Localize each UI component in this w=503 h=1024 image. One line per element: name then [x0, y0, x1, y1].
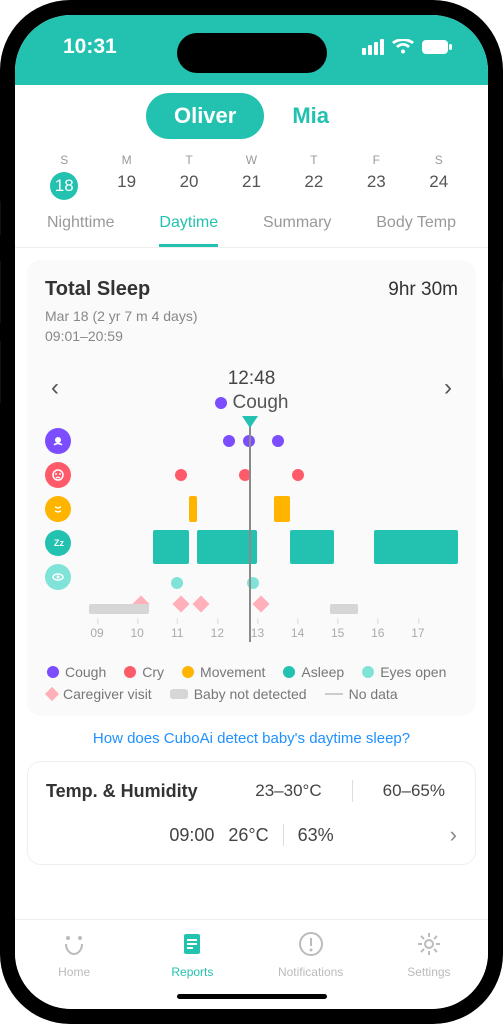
calendar-day[interactable]: T20 — [165, 153, 213, 200]
x-tick: 13 — [251, 626, 264, 640]
chart-point[interactable] — [175, 469, 187, 481]
tab-summary[interactable]: Summary — [263, 214, 331, 247]
chart-cursor-time: 12:48 — [45, 368, 458, 390]
sleep-bar[interactable] — [197, 530, 257, 564]
home-icon — [60, 930, 88, 958]
phone-frame: 10:31 Oliver Mia S18 M19 T20 W21 T22 F23… — [0, 0, 503, 1024]
temp-humidity-title: Temp. & Humidity — [46, 781, 225, 802]
sample-humidity: 63% — [298, 825, 334, 846]
chart-point[interactable] — [272, 435, 284, 447]
caregiver-marker[interactable] — [253, 596, 270, 613]
screen: 10:31 Oliver Mia S18 M19 T20 W21 T22 F23… — [15, 15, 488, 1009]
caregiver-marker[interactable] — [173, 596, 190, 613]
wifi-icon — [392, 39, 414, 55]
x-tick: 09 — [90, 626, 103, 640]
row-cry-icon — [45, 462, 71, 488]
tab-nighttime[interactable]: Nighttime — [47, 214, 115, 247]
row-sleep-icon: Zz — [45, 530, 71, 556]
nav-notifications[interactable]: Notifications — [271, 930, 351, 979]
chart-legend: Cough Cry Movement Asleep Eyes open Care… — [45, 664, 458, 702]
signal-icon — [362, 39, 384, 55]
movement-bar[interactable] — [274, 496, 290, 522]
movement-bar[interactable] — [189, 496, 197, 522]
calendar-day[interactable]: F23 — [352, 153, 400, 200]
battery-icon — [422, 40, 452, 54]
not-detected-bar — [89, 604, 149, 614]
x-tick: 16 — [371, 626, 384, 640]
notch — [177, 33, 327, 73]
humidity-range: 60–65% — [371, 781, 457, 801]
bottom-nav: Home Reports Notifications Settings — [15, 919, 488, 1009]
row-movement-icon — [45, 496, 71, 522]
child-tab-oliver[interactable]: Oliver — [146, 93, 264, 139]
settings-icon — [415, 930, 443, 958]
nav-settings[interactable]: Settings — [389, 930, 469, 979]
x-tick: 14 — [291, 626, 304, 640]
row-cough-icon — [45, 428, 71, 454]
calendar-day[interactable]: M19 — [103, 153, 151, 200]
total-sleep-range: 09:01–20:59 — [45, 327, 458, 347]
chart-point[interactable] — [223, 435, 235, 447]
total-sleep-duration: 9hr 30m — [388, 279, 458, 301]
reports-icon — [178, 930, 206, 958]
chart-playhead[interactable] — [249, 418, 251, 642]
child-selector: Oliver Mia — [15, 85, 488, 147]
nav-reports[interactable]: Reports — [152, 930, 232, 979]
x-tick: 11 — [171, 626, 183, 640]
sleep-timeline-chart[interactable]: Zz — [45, 422, 458, 622]
total-sleep-date: Mar 18 (2 yr 7 m 4 days) — [45, 307, 458, 327]
sleep-bar[interactable] — [290, 530, 334, 564]
status-time: 10:31 — [63, 35, 117, 59]
x-tick: 17 — [411, 626, 424, 640]
x-tick: 15 — [331, 626, 344, 640]
temp-range: 23–30°C — [243, 781, 333, 801]
chart-next-button[interactable]: › — [432, 374, 464, 402]
chart-x-axis: 09 10 11 12 13 14 15 16 17 — [77, 626, 458, 650]
chart-point[interactable] — [292, 469, 304, 481]
notifications-icon — [297, 930, 325, 958]
calendar-day[interactable]: S18 — [40, 153, 88, 200]
sample-time: 09:00 — [169, 825, 214, 846]
chart-cursor-event: Cough — [45, 392, 458, 414]
total-sleep-title: Total Sleep — [45, 278, 150, 301]
svg-text:Zz: Zz — [54, 538, 64, 548]
home-indicator[interactable] — [177, 994, 327, 999]
calendar-strip[interactable]: S18 M19 T20 W21 T22 F23 S24 — [15, 147, 488, 204]
help-link[interactable]: How does CuboAi detect baby's daytime sl… — [15, 716, 488, 749]
chevron-right-icon[interactable]: › — [450, 822, 457, 848]
x-tick: 10 — [130, 626, 143, 640]
report-tabs: Nighttime Daytime Summary Body Temp — [15, 204, 488, 248]
calendar-day[interactable]: S24 — [415, 153, 463, 200]
sleep-bar[interactable] — [153, 530, 189, 564]
not-detected-bar — [330, 604, 358, 614]
cough-icon — [215, 397, 227, 409]
sleep-bar[interactable] — [374, 530, 458, 564]
tab-daytime[interactable]: Daytime — [159, 214, 218, 247]
calendar-day[interactable]: T22 — [290, 153, 338, 200]
total-sleep-card: Total Sleep 9hr 30m Mar 18 (2 yr 7 m 4 d… — [27, 260, 476, 716]
chart-point[interactable] — [171, 577, 183, 589]
temp-humidity-card[interactable]: Temp. & Humidity 23–30°C 60–65% 09:00 26… — [27, 761, 476, 865]
row-eyes-icon — [45, 564, 71, 590]
sample-temp: 26°C — [228, 825, 268, 846]
child-tab-mia[interactable]: Mia — [264, 93, 357, 139]
nav-home[interactable]: Home — [34, 930, 114, 979]
chart-prev-button[interactable]: ‹ — [39, 374, 71, 402]
x-tick: 12 — [211, 626, 224, 640]
caregiver-marker[interactable] — [193, 596, 210, 613]
tab-body-temp[interactable]: Body Temp — [376, 214, 456, 247]
calendar-day[interactable]: W21 — [227, 153, 275, 200]
